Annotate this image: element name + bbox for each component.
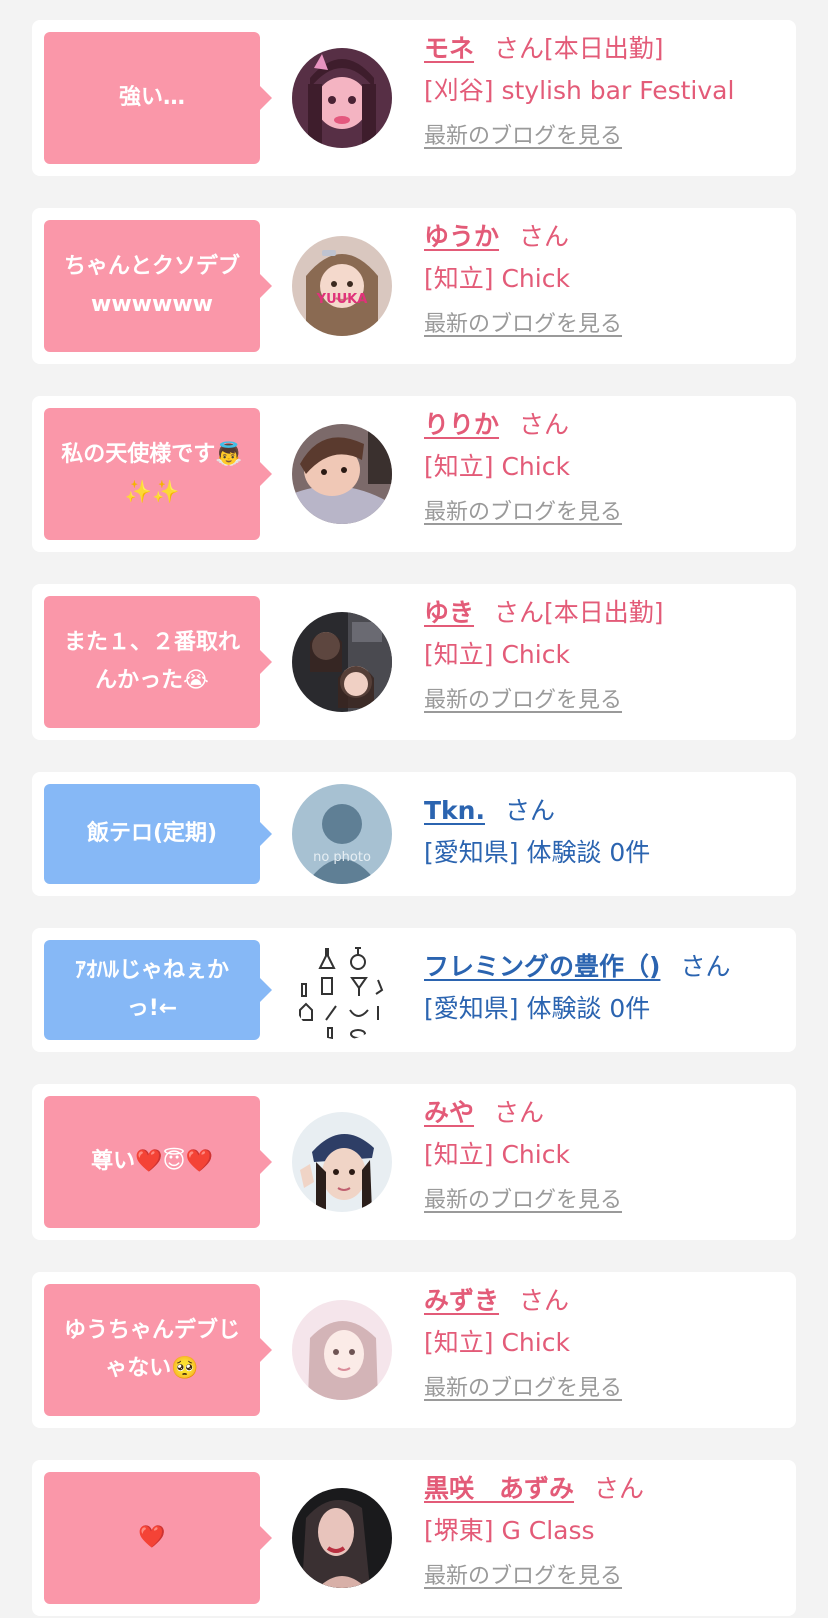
avatar-photo-icon [292,236,392,336]
honorific: さん [504,796,555,825]
review-card: ちゃんとクソデブ wwwwww YUUKA ゆうか さん [知立] Chick 最… [32,208,796,364]
avatar[interactable] [292,424,392,524]
shop-name: [知立] Chick [424,1140,570,1169]
girl-name-link[interactable]: ゆうか [424,222,499,251]
review-card: 強い… モネ さん[本日出勤] [刈谷] stylish bar Festival… [32,20,796,176]
shop-name: [知立] Chick [424,452,570,481]
avatar-photo-icon [292,1488,392,1588]
avatar[interactable] [292,612,392,712]
comment-bubble: 尊い❤️😇❤️ [44,1096,272,1228]
comment-bubble: 私の天使様です👼 ✨✨ [44,408,272,540]
comment-bubble: ｱｵﾊﾙじゃねぇか っ!← [44,940,272,1040]
girl-name-link[interactable]: ゆき [424,598,474,627]
shop-name: [知立] Chick [424,1328,570,1357]
avatar-photo-icon [292,1112,392,1212]
review-card: また１、２番取れ んかった😭 ゆき さん[本日出勤] [知立] Chick 最新の… [32,584,796,740]
avatar[interactable] [292,48,392,148]
shop-name: [堺東] G Class [424,1516,595,1545]
avatar-photo-icon [292,424,392,524]
honorific: さん [494,1098,545,1127]
honorific: さん [519,410,570,439]
honorific: さん [519,222,570,251]
review-card: 私の天使様です👼 ✨✨ りりか さん [知立] Chick 最新のブログを見る [32,396,796,552]
girl-name-link[interactable]: モネ [424,34,474,63]
latest-blog-link[interactable]: 最新のブログを見る [424,1374,622,1404]
avatar[interactable] [292,1112,392,1212]
shop-name: [刈谷] stylish bar Festival [424,76,735,105]
avatar-photo-icon [292,612,392,712]
shop-name: [知立] Chick [424,264,570,293]
honorific: さん [519,1286,570,1315]
avatar[interactable]: YUUKA [292,236,392,336]
latest-blog-link[interactable]: 最新のブログを見る [424,1562,622,1592]
latest-blog-link[interactable]: 最新のブログを見る [424,1186,622,1216]
review-card: ゆうちゃんデブじ ゃない🥺 みずき さん [知立] Chick 最新のブログを見る [32,1272,796,1428]
user-region: [愛知県] 体験談 0件 [424,838,651,867]
girl-name-link[interactable]: みずき [424,1286,499,1315]
avatar[interactable]: no photo [292,784,392,884]
avatar-caption: no photo [313,850,371,865]
honorific: さん [594,1474,645,1503]
comment-bubble: ゆうちゃんデブじ ゃない🥺 [44,1284,272,1416]
honorific: さん [680,952,731,981]
lab-flasks-icon [292,940,392,1040]
honorific: さん[本日出勤] [494,34,664,63]
comment-bubble: また１、２番取れ んかった😭 [44,596,272,728]
avatar[interactable] [292,1488,392,1588]
avatar-caption: YUUKA [316,292,368,307]
user-name-link[interactable]: Tkn. [424,796,485,825]
girl-name-link[interactable]: みや [424,1098,474,1127]
avatar[interactable] [292,1300,392,1400]
girl-name-link[interactable]: 黒咲 あずみ [424,1474,574,1503]
comment-bubble: 飯テロ(定期) [44,784,272,884]
review-card: 尊い❤️😇❤️ みや さん [知立] Chick 最新のブログを見る [32,1084,796,1240]
comment-bubble: 強い… [44,32,272,164]
shop-name: [知立] Chick [424,640,570,669]
comment-bubble: ちゃんとクソデブ wwwwww [44,220,272,352]
avatar-photo-icon [292,48,392,148]
honorific: さん[本日出勤] [494,598,664,627]
latest-blog-link[interactable]: 最新のブログを見る [424,310,622,340]
comment-bubble: ❤️ [44,1472,272,1604]
no-photo-icon [292,784,392,884]
latest-blog-link[interactable]: 最新のブログを見る [424,498,622,528]
latest-blog-link[interactable]: 最新のブログを見る [424,122,622,152]
review-card: ❤️ 黒咲 あずみ さん [堺東] G Class 最新のブログを見る [32,1460,796,1616]
girl-name-link[interactable]: りりか [424,410,499,439]
review-card: 飯テロ(定期) no photo Tkn. さん [愛知県] 体験談 0件 [32,772,796,896]
user-region: [愛知県] 体験談 0件 [424,994,651,1023]
latest-blog-link[interactable]: 最新のブログを見る [424,686,622,716]
review-card: ｱｵﾊﾙじゃねぇか っ!← フレミングの豊作（) さん [愛知県] 体験談 0件 [32,928,796,1052]
avatar-photo-icon [292,1300,392,1400]
user-name-link[interactable]: フレミングの豊作（) [424,952,660,981]
avatar[interactable] [292,940,392,1040]
